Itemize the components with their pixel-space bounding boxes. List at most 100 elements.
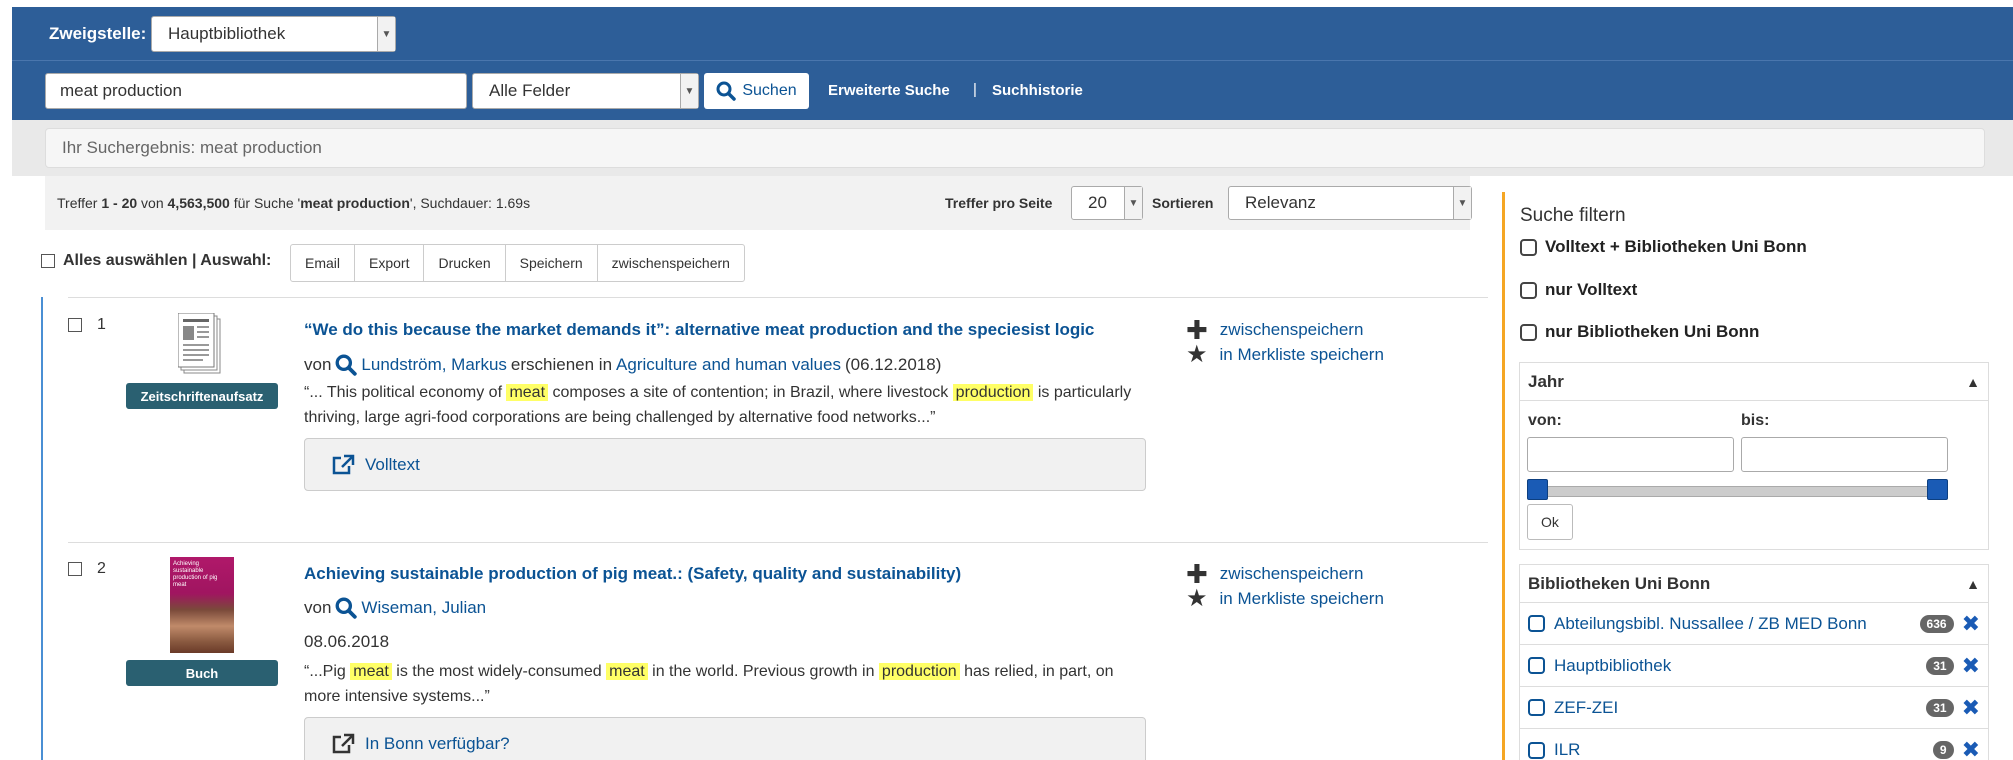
result-2-checkbox[interactable] [68, 562, 82, 576]
result-2-meta: von Wiseman, Julian [304, 597, 486, 619]
advanced-search-link[interactable]: Erweiterte Suche [828, 82, 950, 99]
branch-select-value: Hauptbibliothek [168, 24, 286, 43]
cache-button[interactable]: zwischenspeichern [598, 245, 744, 281]
sort-select[interactable]: Relevanz ▼ [1228, 186, 1472, 220]
hits-info: Treffer 1 - 20 von 4,563,500 für Suche '… [57, 195, 530, 211]
hits-total: 4,563,500 [167, 195, 230, 211]
libraries-panel-title: Bibliotheken Uni Bonn [1528, 573, 1711, 593]
library-checkbox[interactable] [1528, 741, 1545, 759]
export-button[interactable]: Export [355, 245, 425, 281]
result-1-date: (06.12.2018) [844, 355, 942, 374]
year-slider-max-handle[interactable] [1927, 479, 1948, 500]
star-icon: ★ [1186, 585, 1208, 612]
per-page-label: Treffer pro Seite [945, 195, 1053, 211]
result-2-watchlist-action[interactable]: ★ in Merkliste speichern [1186, 587, 1384, 611]
year-from-input[interactable] [1527, 437, 1734, 472]
close-icon[interactable]: ✖ [1962, 653, 1980, 679]
search-icon [716, 81, 737, 101]
library-item[interactable]: Abteilungsbibl. Nussallee / ZB MED Bonn … [1520, 603, 1988, 645]
sidebar-accent [1502, 192, 1505, 760]
select-all-checkbox[interactable] [41, 254, 55, 268]
result-1-journal-link[interactable]: Agriculture and human values [616, 355, 841, 375]
year-to-input[interactable] [1741, 437, 1948, 472]
result-1-watchlist-link[interactable]: in Merkliste speichern [1220, 345, 1384, 365]
hits-prefix: Treffer [57, 195, 102, 211]
result-1-author-link[interactable]: Lundström, Markus [361, 355, 507, 375]
search-field-select[interactable]: Alle Felder ▼ [472, 73, 699, 109]
filter-checkbox[interactable] [1520, 238, 1537, 256]
year-panel-header[interactable]: Jahr ▲ [1520, 363, 1988, 401]
save-button[interactable]: Speichern [506, 245, 598, 281]
snippet-highlight: production [952, 384, 1034, 401]
search-button[interactable]: Suchen [704, 73, 809, 109]
star-icon: ★ [1186, 341, 1208, 368]
close-icon[interactable]: ✖ [1962, 611, 1980, 637]
sort-label: Sortieren [1152, 195, 1214, 211]
result-1-published-in: erschienen in [510, 355, 613, 374]
email-button[interactable]: Email [291, 245, 356, 281]
per-page-select[interactable]: 20 ▼ [1071, 186, 1143, 220]
result-2-snippet: “...Pig meat is the most widely-consumed… [304, 659, 1144, 709]
library-item[interactable]: ILR 9 ✖ [1520, 729, 1988, 760]
search-history-link[interactable]: Suchhistorie [992, 82, 1083, 99]
library-name[interactable]: Hauptbibliothek [1554, 656, 1926, 676]
filter-checkbox[interactable] [1520, 281, 1537, 299]
result-2-cache-action[interactable]: ✚ zwischenspeichern [1186, 561, 1363, 587]
libraries-panel-header[interactable]: Bibliotheken Uni Bonn ▲ [1520, 565, 1988, 603]
select-all-label: Alles auswählen | Auswahl: [63, 252, 272, 269]
divider [68, 542, 1488, 543]
search-input[interactable]: meat production [45, 73, 467, 109]
year-slider-min-handle[interactable] [1527, 479, 1548, 500]
selection-actions: Email Export Drucken Speichern zwischens… [290, 244, 745, 282]
branch-select[interactable]: Hauptbibliothek ▼ [151, 16, 396, 52]
library-name[interactable]: ZEF-ZEI [1554, 698, 1926, 718]
library-name[interactable]: ILR [1554, 740, 1933, 760]
result-1-fulltext-link[interactable]: Volltext [365, 455, 420, 475]
result-2-author-link[interactable]: Wiseman, Julian [361, 598, 486, 618]
snippet-text: is the most widely-consumed [391, 663, 607, 680]
library-count-badge: 9 [1932, 741, 1954, 759]
external-link-icon [332, 733, 355, 753]
filter-label: Volltext + Bibliotheken Uni Bonn [1545, 237, 1807, 256]
snippet-highlight: meat [506, 384, 549, 401]
result-2-availability-link[interactable]: In Bonn verfügbar? [365, 734, 510, 754]
result-2-cache-link[interactable]: zwischenspeichern [1220, 564, 1364, 584]
print-button[interactable]: Drucken [424, 245, 506, 281]
search-icon[interactable] [335, 597, 358, 619]
close-icon[interactable]: ✖ [1962, 737, 1980, 760]
library-name[interactable]: Abteilungsbibl. Nussallee / ZB MED Bonn [1554, 614, 1920, 634]
year-to-label: bis: [1741, 412, 1770, 429]
result-1-cache-action[interactable]: ✚ zwischenspeichern [1186, 317, 1363, 343]
chevron-down-icon: ▼ [377, 17, 395, 51]
result-2-availability-box[interactable]: In Bonn verfügbar? [304, 717, 1146, 760]
filter-fulltext-libs[interactable]: Volltext + Bibliotheken Uni Bonn [1520, 237, 1807, 257]
result-1-watchlist-action[interactable]: ★ in Merkliste speichern [1186, 343, 1384, 367]
result-1-checkbox[interactable] [68, 318, 82, 332]
filter-fulltext-only[interactable]: nur Volltext [1520, 280, 1637, 300]
search-icon[interactable] [335, 354, 358, 376]
result-1-title[interactable]: “We do this because the market demands i… [304, 320, 1094, 340]
plus-icon: ✚ [1186, 559, 1208, 589]
filter-checkbox[interactable] [1520, 323, 1537, 341]
external-link-icon [332, 454, 355, 474]
library-checkbox[interactable] [1528, 615, 1545, 632]
close-icon[interactable]: ✖ [1962, 695, 1980, 721]
result-1-fulltext-box[interactable]: Volltext [304, 438, 1146, 491]
filter-label: nur Volltext [1545, 280, 1638, 299]
year-slider-track[interactable] [1536, 486, 1936, 497]
year-from-label: von: [1528, 412, 1562, 429]
year-ok-button[interactable]: Ok [1527, 504, 1573, 540]
collapse-triangle-icon: ▲ [1966, 575, 1980, 592]
result-summary-text: Ihr Suchergebnis: meat production [62, 138, 322, 157]
library-checkbox[interactable] [1528, 657, 1545, 674]
library-item[interactable]: ZEF-ZEI 31 ✖ [1520, 687, 1988, 729]
hits-of: von [137, 195, 168, 211]
result-2-title[interactable]: Achieving sustainable production of pig … [304, 564, 961, 584]
filter-libs-only[interactable]: nur Bibliotheken Uni Bonn [1520, 322, 1759, 342]
snippet-text: “...Pig [304, 663, 351, 680]
filter-label: nur Bibliotheken Uni Bonn [1545, 322, 1760, 341]
library-checkbox[interactable] [1528, 699, 1545, 716]
library-item[interactable]: Hauptbibliothek 31 ✖ [1520, 645, 1988, 687]
result-2-watchlist-link[interactable]: in Merkliste speichern [1220, 589, 1384, 609]
result-1-cache-link[interactable]: zwischenspeichern [1220, 320, 1364, 340]
